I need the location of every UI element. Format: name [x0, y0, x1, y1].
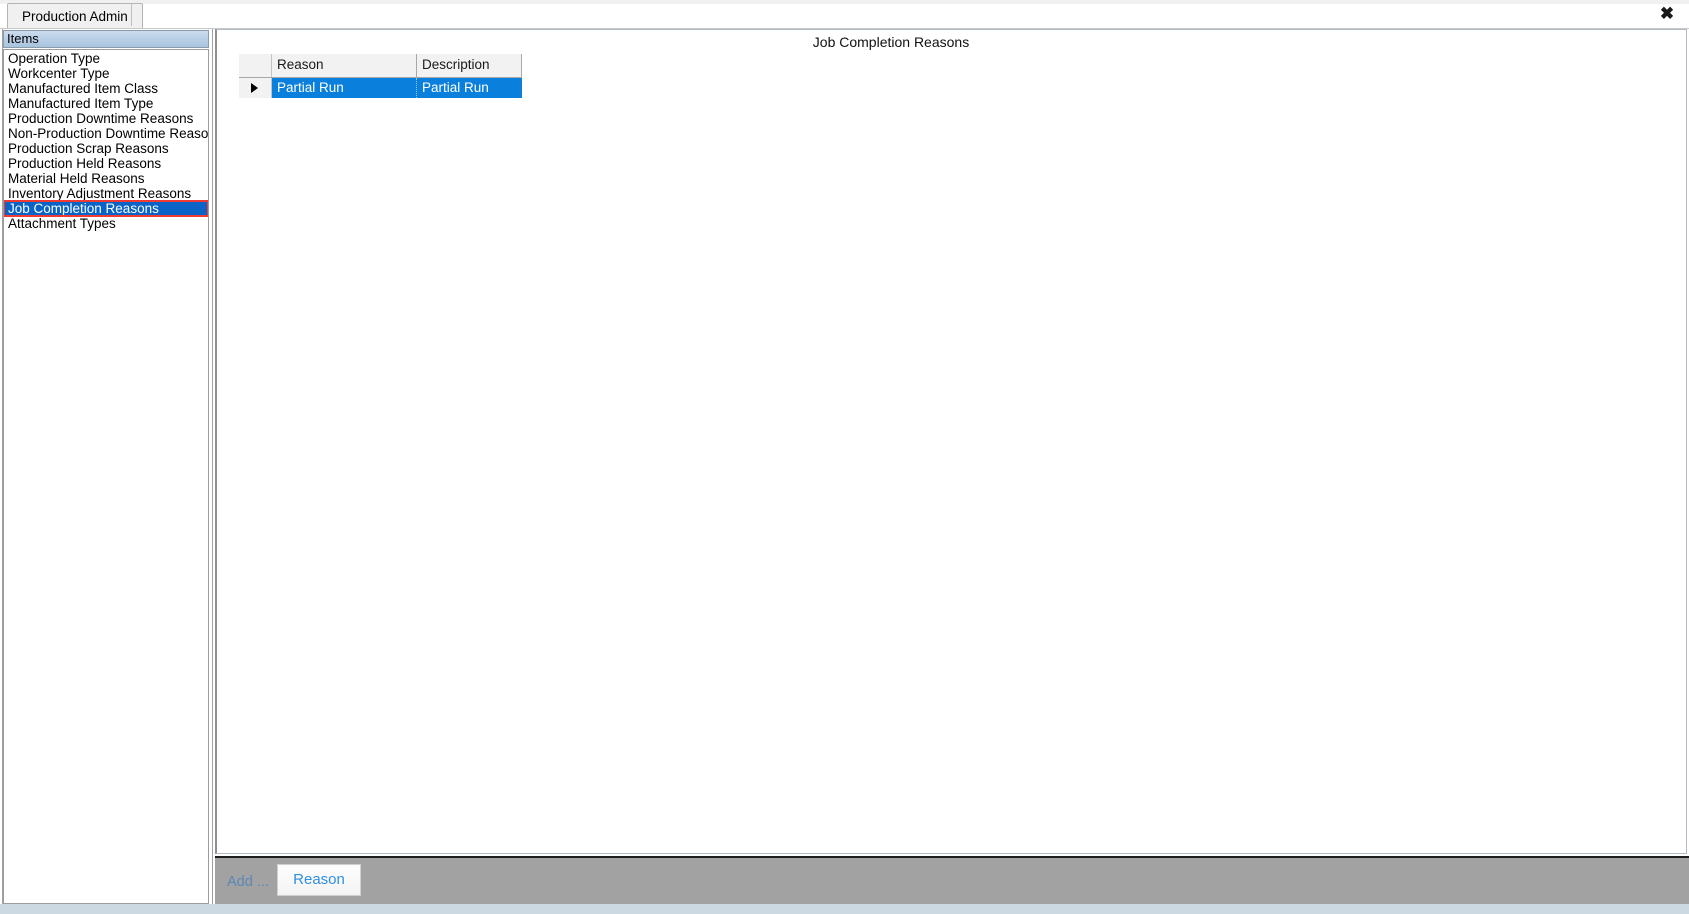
grid-row-selector[interactable] — [239, 78, 272, 98]
sidebar-item-production-scrap-reasons[interactable]: Production Scrap Reasons — [4, 141, 208, 156]
grid-header-row: Reason Description — [239, 54, 522, 78]
grid-cell-description[interactable]: Partial Run — [417, 78, 522, 98]
add-label: Add ... — [227, 874, 269, 890]
sidebar-item-inventory-adjustment-reasons[interactable]: Inventory Adjustment Reasons — [4, 186, 208, 201]
sidebar-item-manufactured-item-type[interactable]: Manufactured Item Type — [4, 96, 208, 111]
row-selector-arrow-icon — [251, 83, 258, 93]
page-title: Job Completion Reasons — [812, 34, 970, 50]
add-reason-button[interactable]: Reason — [277, 864, 361, 896]
tab-divider — [131, 4, 132, 26]
sidebar-header-items: Items — [3, 30, 209, 48]
bottom-toolbar: Add ... Reason — [215, 856, 1689, 904]
sidebar-item-production-downtime-reasons[interactable]: Production Downtime Reasons — [4, 111, 208, 126]
main-content-panel: Job Completion Reasons Reason Descriptio… — [215, 29, 1687, 854]
grid-column-header-description[interactable]: Description — [417, 54, 522, 77]
grid-cell-reason[interactable]: Partial Run — [272, 78, 417, 98]
sidebar-item-material-held-reasons[interactable]: Material Held Reasons — [4, 171, 208, 186]
sidebar-item-manufactured-item-class[interactable]: Manufactured Item Class — [4, 81, 208, 96]
table-row[interactable]: Partial Run Partial Run — [239, 78, 522, 98]
sidebar-item-attachment-types[interactable]: Attachment Types — [4, 216, 208, 231]
sidebar-item-non-production-downtime-reasons[interactable]: Non-Production Downtime Reasons — [4, 126, 208, 141]
tab-strip: Production Admin ✖ — [0, 0, 1689, 29]
reasons-data-grid[interactable]: Reason Description Partial Run Partial R… — [239, 54, 522, 98]
sidebar-item-job-completion-reasons[interactable]: Job Completion Reasons — [4, 200, 208, 217]
grid-rowheader-corner — [239, 54, 272, 77]
tab-strip-background — [0, 0, 1689, 4]
sidebar: Items Operation Type Workcenter Type Man… — [2, 29, 213, 912]
sidebar-listbox[interactable]: Operation Type Workcenter Type Manufactu… — [3, 49, 209, 904]
window-bottom-strip — [0, 904, 1689, 914]
close-icon[interactable]: ✖ — [1653, 1, 1681, 27]
grid-column-header-reason[interactable]: Reason — [272, 54, 417, 77]
tab-production-admin[interactable]: Production Admin — [7, 3, 143, 28]
sidebar-item-production-held-reasons[interactable]: Production Held Reasons — [4, 156, 208, 171]
sidebar-item-operation-type[interactable]: Operation Type — [4, 51, 208, 66]
sidebar-item-workcenter-type[interactable]: Workcenter Type — [4, 66, 208, 81]
